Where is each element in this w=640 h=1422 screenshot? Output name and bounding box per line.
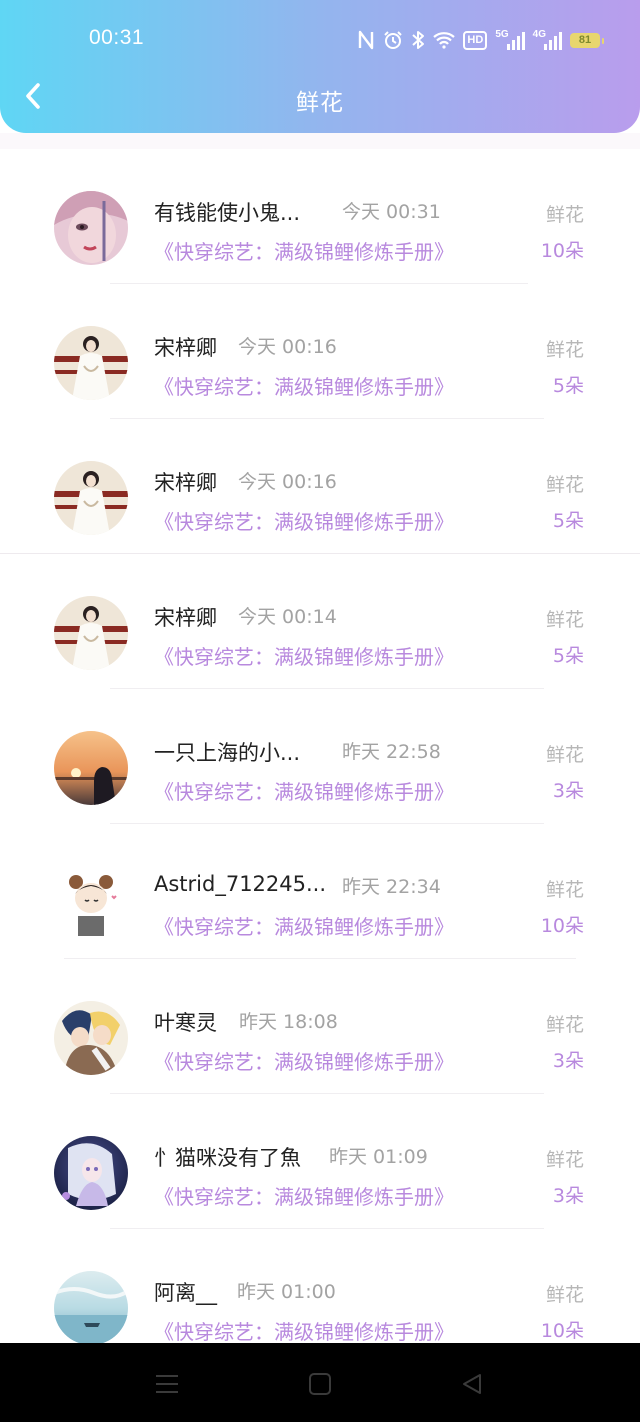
list-item[interactable]: 宋梓卿 今天 00:16 《快穿综艺：满级锦鲤修炼手册》 鲜花 5朵 bbox=[0, 419, 640, 554]
avatar bbox=[54, 1136, 128, 1210]
user-name: 宋梓卿 bbox=[154, 606, 217, 630]
signal-5g-icon: 5G bbox=[495, 30, 525, 50]
list-item[interactable]: Astrid_712245... 昨天 22:34 《快穿综艺：满级锦鲤修炼手册… bbox=[0, 824, 640, 959]
book-title: 《快穿综艺：满级锦鲤修炼手册》 bbox=[154, 915, 454, 939]
gift-type-label: 鲜花 bbox=[545, 744, 584, 766]
status-icons: HD 5G 4G 81 bbox=[357, 28, 604, 52]
avatar bbox=[54, 191, 128, 265]
gift-time: 昨天 22:58 bbox=[342, 741, 441, 763]
gift-type-label: 鲜花 bbox=[545, 339, 584, 361]
hd-badge: HD bbox=[463, 30, 488, 50]
bluetooth-icon bbox=[411, 30, 425, 50]
avatar bbox=[54, 1001, 128, 1075]
battery-icon: 81 bbox=[570, 32, 604, 48]
gift-time: 昨天 22:34 bbox=[342, 876, 441, 898]
gift-count: 10朵 bbox=[540, 1320, 584, 1342]
gift-count: 5朵 bbox=[552, 645, 584, 667]
book-title: 《快穿综艺：满级锦鲤修炼手册》 bbox=[154, 240, 454, 264]
list-item[interactable]: 一只上海的小... 昨天 22:58 《快穿综艺：满级锦鲤修炼手册》 鲜花 3朵 bbox=[0, 689, 640, 824]
gift-type-label: 鲜花 bbox=[545, 1284, 584, 1306]
gift-type-label: 鲜花 bbox=[545, 1149, 584, 1171]
user-name: 阿离__ bbox=[154, 1281, 217, 1305]
header-divider bbox=[0, 133, 640, 149]
book-title: 《快穿综艺：满级锦鲤修炼手册》 bbox=[154, 375, 454, 399]
gift-count: 10朵 bbox=[540, 240, 584, 262]
book-title: 《快穿综艺：满级锦鲤修炼手册》 bbox=[154, 1185, 454, 1209]
gift-time: 昨天 01:00 bbox=[237, 1281, 336, 1303]
avatar bbox=[54, 1271, 128, 1345]
back-nav-button[interactable] bbox=[455, 1367, 489, 1401]
book-title: 《快穿综艺：满级锦鲤修炼手册》 bbox=[154, 1050, 454, 1074]
battery-level: 81 bbox=[578, 34, 592, 46]
gift-time: 昨天 01:09 bbox=[329, 1146, 428, 1168]
app-header: 00:31 HD 5G 4G 81 鲜花 bbox=[0, 0, 640, 133]
home-icon bbox=[309, 1373, 331, 1395]
gift-type-label: 鲜花 bbox=[545, 609, 584, 631]
triangle-back-icon bbox=[463, 1374, 481, 1394]
gift-time: 今天 00:16 bbox=[238, 471, 337, 493]
gift-time: 今天 00:14 bbox=[238, 606, 337, 628]
menu-button[interactable] bbox=[150, 1367, 184, 1401]
avatar bbox=[54, 866, 128, 940]
gift-time: 昨天 18:08 bbox=[239, 1011, 338, 1033]
user-name: 一只上海的小... bbox=[154, 741, 301, 765]
gift-count: 3朵 bbox=[552, 1050, 584, 1072]
avatar bbox=[54, 326, 128, 400]
gift-count: 5朵 bbox=[552, 375, 584, 397]
alarm-icon bbox=[383, 30, 403, 50]
page-title: 鲜花 bbox=[296, 90, 344, 116]
user-name: 宋梓卿 bbox=[154, 336, 217, 360]
user-name: 有钱能使小鬼... bbox=[154, 201, 301, 225]
menu-icon bbox=[156, 1375, 178, 1393]
list-item[interactable]: 宋梓卿 今天 00:16 《快穿综艺：满级锦鲤修炼手册》 鲜花 5朵 bbox=[0, 284, 640, 419]
status-time: 00:31 bbox=[89, 26, 145, 49]
gift-type-label: 鲜花 bbox=[545, 204, 584, 226]
list-item[interactable]: 宋梓卿 今天 00:14 《快穿综艺：满级锦鲤修炼手册》 鲜花 5朵 bbox=[0, 554, 640, 689]
user-name: 宋梓卿 bbox=[154, 471, 217, 495]
signal-4g-icon: 4G bbox=[533, 30, 562, 50]
gift-count: 5朵 bbox=[552, 510, 584, 532]
home-button[interactable] bbox=[303, 1367, 337, 1401]
gift-type-label: 鲜花 bbox=[545, 1014, 584, 1036]
book-title: 《快穿综艺：满级锦鲤修炼手册》 bbox=[154, 645, 454, 669]
list-item[interactable]: 叶寒灵 昨天 18:08 《快穿综艺：满级锦鲤修炼手册》 鲜花 3朵 bbox=[0, 959, 640, 1094]
user-name: 叶寒灵 bbox=[154, 1011, 217, 1035]
avatar bbox=[54, 596, 128, 670]
gift-time: 今天 00:31 bbox=[342, 201, 441, 223]
nfc-icon bbox=[357, 30, 375, 50]
gift-count: 3朵 bbox=[552, 1185, 584, 1207]
book-title: 《快穿综艺：满级锦鲤修炼手册》 bbox=[154, 510, 454, 534]
user-name: Astrid_712245... bbox=[154, 872, 327, 896]
user-name: 忄猫咪没有了魚 bbox=[154, 1146, 301, 1170]
system-nav-bar bbox=[0, 1343, 640, 1422]
wifi-icon bbox=[433, 31, 456, 49]
gift-type-label: 鲜花 bbox=[545, 474, 584, 496]
gift-time: 今天 00:16 bbox=[238, 336, 337, 358]
gift-count: 10朵 bbox=[540, 915, 584, 937]
avatar bbox=[54, 461, 128, 535]
book-title: 《快穿综艺：满级锦鲤修炼手册》 bbox=[154, 780, 454, 804]
list-item[interactable]: 有钱能使小鬼... 今天 00:31 《快穿综艺：满级锦鲤修炼手册》 鲜花 10… bbox=[0, 149, 640, 284]
gift-count: 3朵 bbox=[552, 780, 584, 802]
book-title: 《快穿综艺：满级锦鲤修炼手册》 bbox=[154, 1320, 454, 1344]
list-item[interactable]: 忄猫咪没有了魚 昨天 01:09 《快穿综艺：满级锦鲤修炼手册》 鲜花 3朵 bbox=[0, 1094, 640, 1229]
gift-type-label: 鲜花 bbox=[545, 879, 584, 901]
avatar bbox=[54, 731, 128, 805]
